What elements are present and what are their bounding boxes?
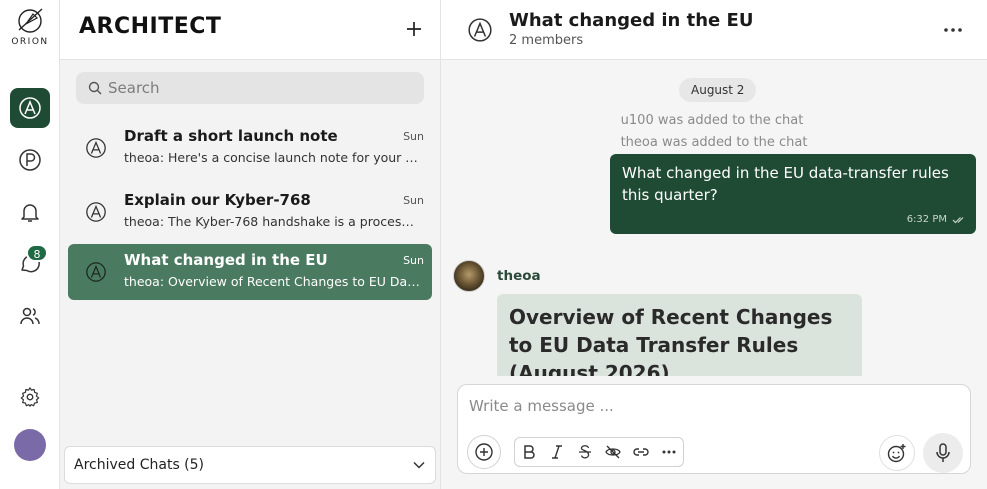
archived-chats-toggle[interactable]: Archived Chats (5): [64, 446, 436, 484]
rail-settings-button[interactable]: [10, 377, 50, 417]
italic-button[interactable]: [543, 438, 571, 466]
chat-list-header: ARCHITECT: [60, 0, 440, 60]
member-count: 2 members: [509, 33, 584, 48]
format-toolbar: [514, 437, 684, 467]
bold-button[interactable]: [515, 438, 543, 466]
more-dots-icon: [662, 450, 676, 454]
plus-icon: [407, 22, 421, 36]
spoiler-button[interactable]: [599, 438, 627, 466]
chat-item-time: Sun: [403, 254, 424, 267]
p-circle-icon: [19, 149, 41, 171]
architect-icon: [19, 97, 41, 119]
chat-item-eu-changes[interactable]: What changed in the EU Sun theoa: Overvi…: [68, 244, 432, 300]
italic-icon: [552, 445, 562, 459]
bold-icon: [524, 445, 535, 459]
chat-item-preview: theoa: Overview of Recent Changes to EU …: [124, 274, 420, 289]
search-input[interactable]: [108, 79, 408, 97]
link-icon: [633, 448, 649, 456]
orion-logo-icon: [18, 8, 43, 33]
bell-icon: [21, 204, 39, 222]
date-separator: August 2: [679, 78, 757, 102]
voice-record-button[interactable]: [923, 433, 963, 473]
message-meta: 6:32 PM: [907, 214, 966, 225]
more-dots-icon: [944, 28, 962, 32]
new-chat-button[interactable]: [401, 16, 427, 42]
architect-icon: [86, 262, 106, 282]
more-format-button[interactable]: [655, 438, 683, 466]
sender-name: theoa: [497, 268, 541, 284]
search-icon: [88, 81, 102, 95]
rail-architect-button[interactable]: [10, 88, 50, 128]
users-icon: [20, 307, 40, 325]
chat-item-time: Sun: [403, 130, 424, 143]
chat-item-preview: theoa: Here's a concise launch note for …: [124, 150, 418, 165]
chat-item-title: What changed in the EU: [124, 251, 328, 269]
chat-item-kyber[interactable]: Explain our Kyber-768 Sun theoa: The Kyb…: [68, 184, 432, 240]
conversation-panel: What changed in the EU 2 members August …: [441, 0, 987, 489]
orion-logo-text: ORION: [11, 37, 49, 47]
plus-circle-icon: [475, 443, 493, 461]
app-root: ORION 8 ARCHITECT Search Draft a short l…: [0, 0, 987, 489]
more-options-button[interactable]: [941, 20, 965, 40]
search-box[interactable]: [76, 72, 424, 104]
sender-avatar[interactable]: [453, 260, 485, 292]
message-composer: [457, 384, 971, 474]
brand-title: ARCHITECT: [79, 14, 222, 39]
smiley-plus-icon: [887, 444, 906, 463]
chat-item-launch-note[interactable]: Draft a short launch note Sun theoa: Her…: [68, 120, 432, 176]
rail-notifications-button[interactable]: [10, 192, 50, 232]
eye-off-icon: [605, 445, 621, 459]
microphone-icon: [936, 443, 950, 462]
rail-contacts-button[interactable]: [10, 296, 50, 336]
system-message: theoa was added to the chat: [620, 135, 808, 150]
architect-icon: [468, 18, 492, 42]
chat-list-panel: ARCHITECT Draft a short lau: [60, 0, 441, 489]
double-check-icon: [952, 216, 964, 223]
strikethrough-icon: [579, 445, 591, 459]
gear-icon: [20, 387, 40, 407]
chat-item-time: Sun: [403, 194, 424, 207]
link-button[interactable]: [627, 438, 655, 466]
chat-item-title: Draft a short launch note: [124, 127, 338, 145]
chevron-down-icon: [413, 461, 425, 469]
message-input[interactable]: [469, 397, 949, 415]
emoji-button[interactable]: [879, 435, 915, 471]
chat-item-preview: theoa: The Kyber-768 handshake is a proc…: [124, 214, 414, 229]
chat-list-body: Draft a short launch note Sun theoa: Her…: [60, 60, 440, 489]
orion-logo[interactable]: ORION: [0, 6, 60, 54]
conversation-header: What changed in the EU 2 members: [441, 0, 987, 60]
incoming-message-text: Overview of Recent Changes to EU Data Tr…: [509, 305, 833, 376]
attach-button[interactable]: [467, 435, 501, 469]
nav-rail: ORION 8: [0, 0, 60, 489]
architect-icon: [86, 202, 106, 222]
incoming-message[interactable]: Overview of Recent Changes to EU Data Tr…: [497, 294, 862, 376]
outgoing-message-text: What changed in the EU data-transfer rul…: [622, 164, 949, 204]
user-avatar[interactable]: [14, 429, 46, 461]
outgoing-message[interactable]: What changed in the EU data-transfer rul…: [610, 154, 976, 234]
architect-icon: [86, 138, 106, 158]
system-message: u100 was added to the chat: [620, 113, 804, 128]
conversation-title: What changed in the EU: [509, 10, 754, 31]
rail-p-button[interactable]: [10, 140, 50, 180]
strikethrough-button[interactable]: [571, 438, 599, 466]
message-time: 6:32 PM: [906, 214, 947, 225]
unread-badge: 8: [26, 244, 48, 262]
chat-item-title: Explain our Kyber-768: [124, 191, 311, 209]
archived-chats-label: Archived Chats (5): [74, 457, 205, 473]
